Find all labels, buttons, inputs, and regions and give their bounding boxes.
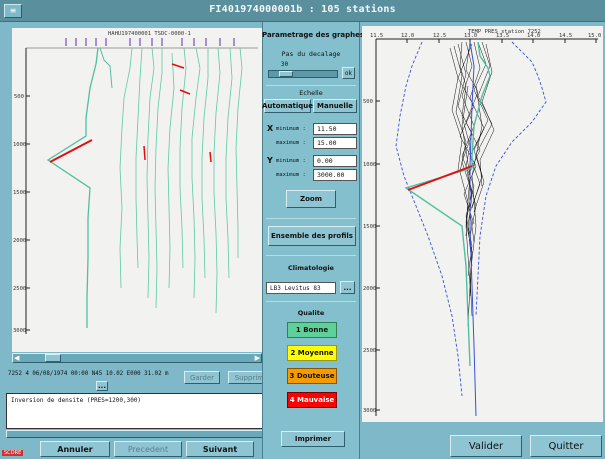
left-main-profile xyxy=(46,47,99,328)
x-min-label: minimum : xyxy=(276,126,306,132)
x-max-label: maximum : xyxy=(276,140,306,146)
params-title: Parametrage des graphes xyxy=(262,31,365,39)
print-button[interactable]: Imprimer xyxy=(281,431,345,447)
left-other-profiles xyxy=(119,47,243,314)
auto-button[interactable]: Automatique xyxy=(262,99,313,113)
left-ytick-3: 1500 xyxy=(13,190,26,196)
left-ytick-4: 2000 xyxy=(13,238,26,244)
sep-4 xyxy=(266,301,356,302)
right-clim-mean xyxy=(469,41,477,417)
right-xtick-4: 13.0 xyxy=(464,33,477,39)
left-profiles-plot: HAHU197400001 TSDC-0000-1 500 1000 1500 … xyxy=(13,31,258,334)
y-min-label: minimum : xyxy=(276,158,306,164)
x-axis-label: X xyxy=(267,124,274,133)
clim-select[interactable]: LB3 Levitus 83 xyxy=(266,282,336,294)
suivant-button[interactable]: Suivant xyxy=(186,441,254,457)
quitter-button[interactable]: Quitter xyxy=(530,435,602,457)
left-flag-marks xyxy=(143,63,212,163)
qualite-label: Qualite xyxy=(297,309,325,317)
quality-bonne-button[interactable]: 1 Bonne xyxy=(287,322,337,338)
left-main-profile-top xyxy=(99,47,113,89)
x-max-field[interactable]: 15.00 xyxy=(313,137,357,149)
clim-more-button[interactable]: ... xyxy=(340,281,355,294)
ok-button[interactable]: ok xyxy=(342,67,355,79)
right-y-ticks xyxy=(376,100,380,411)
corner-label: SCORE xyxy=(2,450,24,456)
left-ytick-5: 2500 xyxy=(13,286,26,292)
sep-2 xyxy=(266,218,356,219)
quality-douteuse-button[interactable]: 3 Douteuse xyxy=(287,368,337,384)
note-text: Inversion de densite (PRES=1200,300) xyxy=(11,397,142,404)
right-suspect-segment xyxy=(407,165,473,191)
pas-label: Pas du decalage xyxy=(281,50,341,58)
right-xtick-7: 14.5 xyxy=(559,33,572,39)
valider-button[interactable]: Valider xyxy=(450,435,522,457)
echelle-label: Echelle xyxy=(299,89,323,97)
left-ytick-1: 500 xyxy=(14,94,24,100)
right-ytick-6: 3000 xyxy=(363,408,376,414)
window-title: FI401974000001b : 105 stations xyxy=(209,4,396,15)
right-ytick-5: 2500 xyxy=(363,348,376,354)
pas-slider[interactable] xyxy=(268,70,338,78)
y-min-field[interactable]: 0.00 xyxy=(313,155,357,167)
scroll-left-arrow[interactable]: ◀ xyxy=(14,355,19,362)
right-xtick-2: 12.0 xyxy=(401,33,414,39)
left-suspect-segment xyxy=(49,139,93,163)
title-bar: ≡ FI401974000001b : 105 stations xyxy=(0,0,605,22)
right-plot-panel[interactable]: TEMP PRES station 7252 11.5 12.0 12.5 13… xyxy=(362,26,603,422)
left-ytick-2: 1000 xyxy=(13,142,26,148)
note-textarea[interactable]: Inversion de densite (PRES=1200,300) xyxy=(6,393,270,429)
station-info: 7252 4 06/08/1974 00:00 N45 10.02 E000 3… xyxy=(8,371,169,377)
left-y-ticks xyxy=(26,95,30,331)
right-ytick-4: 2000 xyxy=(363,286,376,292)
scroll-right-arrow[interactable]: ▶ xyxy=(255,355,260,362)
annuler-button[interactable]: Annuler xyxy=(40,441,110,457)
right-xtick-8: 15.0 xyxy=(588,33,601,39)
ensemble-button[interactable]: Ensemble des profils xyxy=(268,226,356,246)
sep-1 xyxy=(266,85,356,86)
left-plot-header: HAHU197400001 TSDC-0000-1 xyxy=(108,31,191,37)
x-min-field[interactable]: 11.50 xyxy=(313,123,357,135)
right-profiles-plot: TEMP PRES station 7252 11.5 12.0 12.5 13… xyxy=(363,29,601,417)
garder-button[interactable]: Garder xyxy=(184,371,220,384)
left-station-ticks xyxy=(65,38,235,46)
y-max-field[interactable]: 3000.00 xyxy=(313,169,357,181)
quality-moyenne-button[interactable]: 2 Moyenne xyxy=(287,345,337,361)
precedent-button[interactable]: Precedent xyxy=(114,441,182,457)
right-ytick-3: 1500 xyxy=(363,224,376,230)
right-xtick-3: 12.5 xyxy=(433,33,446,39)
zoom-button[interactable]: Zoom xyxy=(286,190,336,208)
left-scrollbar[interactable]: ◀ ▶ xyxy=(12,353,262,363)
sep-3 xyxy=(266,255,356,256)
right-ytick-1: 500 xyxy=(363,99,373,105)
scroll-thumb[interactable] xyxy=(45,354,61,362)
left-plot-panel[interactable]: HAHU197400001 TSDC-0000-1 500 1000 1500 … xyxy=(12,28,262,352)
manual-button[interactable]: Manuelle xyxy=(313,99,357,113)
right-xtick-6: 14.0 xyxy=(527,33,540,39)
clim-label: Climatologie xyxy=(288,264,334,272)
quality-mauvaise-button[interactable]: 4 Mauvaise xyxy=(287,392,337,408)
pas-value: 30 xyxy=(280,61,289,68)
right-x-ticks xyxy=(375,39,597,43)
station-more-button[interactable]: ... xyxy=(96,381,108,391)
left-ytick-6: 3000 xyxy=(13,328,26,334)
note-horizontal-scrollbar[interactable] xyxy=(6,430,270,438)
y-axis-label: Y xyxy=(267,156,273,165)
right-xtick-1: 11.5 xyxy=(370,33,383,39)
pas-slider-thumb[interactable] xyxy=(279,71,293,77)
right-ytick-2: 1000 xyxy=(363,162,376,168)
right-xtick-5: 13.5 xyxy=(496,33,509,39)
y-max-label: maximum : xyxy=(276,172,306,178)
